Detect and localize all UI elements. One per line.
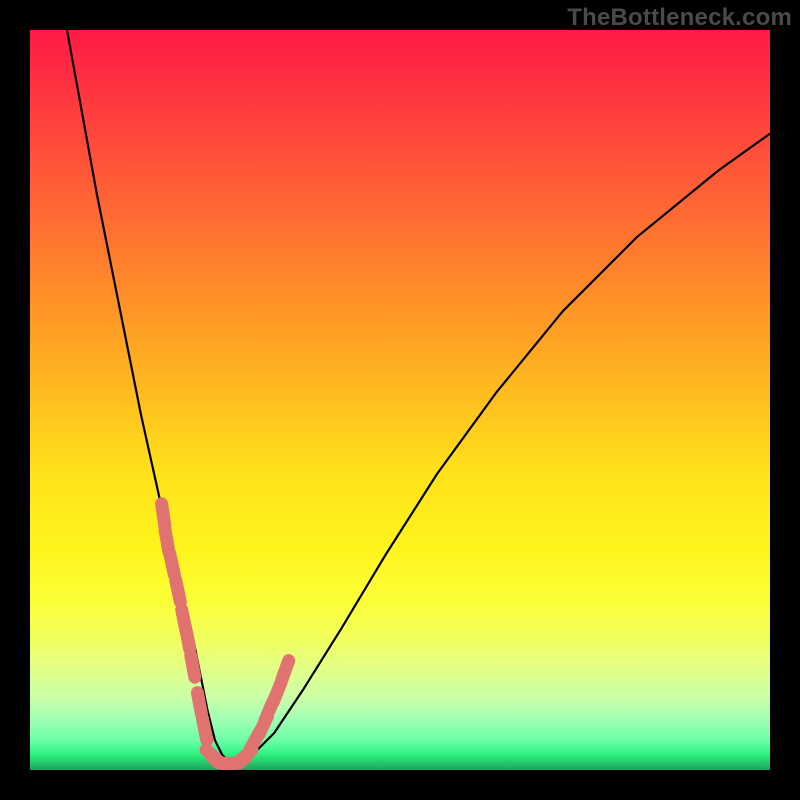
salmon-markers <box>162 504 289 766</box>
chart-svg <box>30 30 770 770</box>
watermark-text: TheBottleneck.com <box>567 4 792 32</box>
plot-area <box>30 30 770 770</box>
bottleneck-curve <box>67 30 770 763</box>
